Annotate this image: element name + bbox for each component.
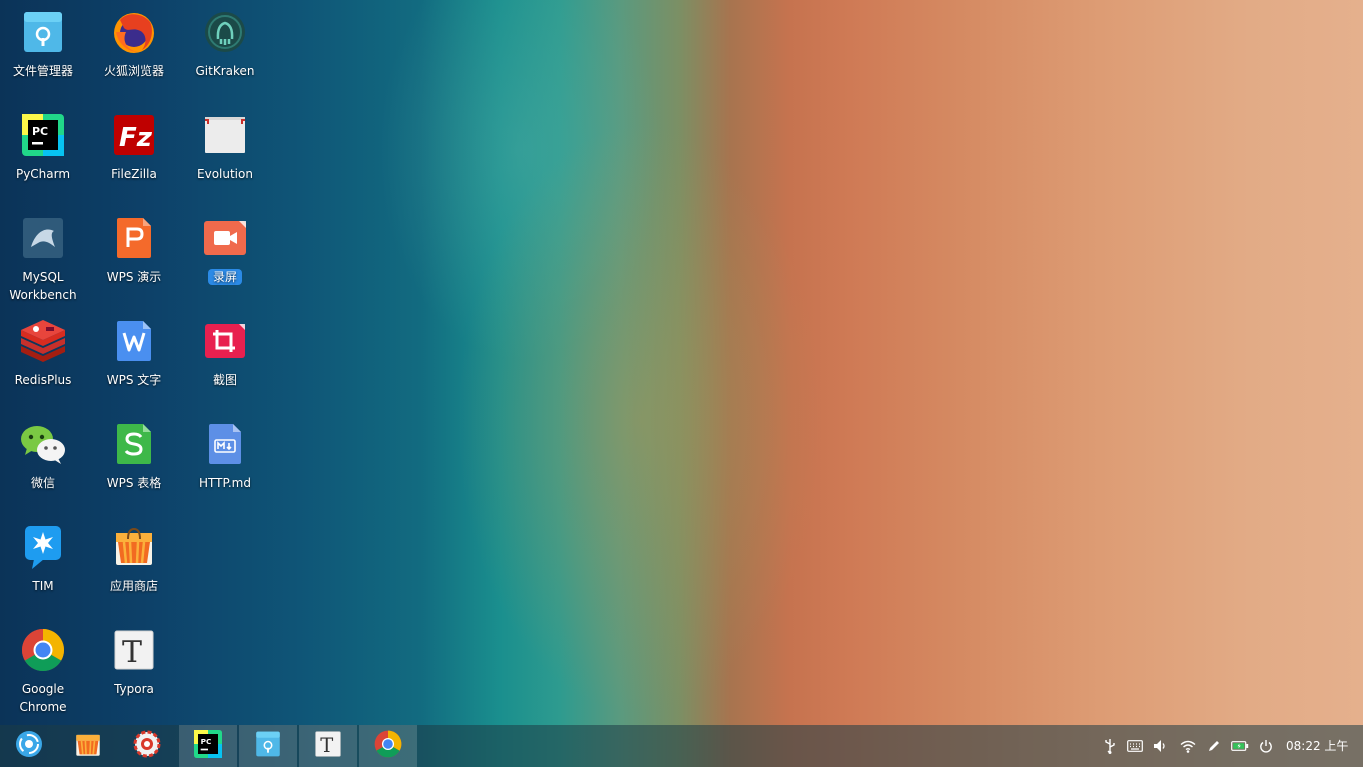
- desktop-icon-label: PyCharm: [15, 167, 71, 181]
- desktop-icon-google-chrome[interactable]: Google Chrome: [0, 618, 86, 718]
- desktop-icon-label: 文件管理器: [12, 64, 73, 78]
- taskbar-typora-button[interactable]: T: [299, 725, 357, 767]
- file-manager-icon: [255, 730, 281, 762]
- screenshot-icon: [201, 317, 249, 365]
- filezilla-icon: Fz: [110, 111, 158, 159]
- desktop-icon-label: GitKraken: [195, 64, 255, 78]
- desktop-icon-mysql-workbench[interactable]: MySQL Workbench: [0, 206, 86, 306]
- desktop-icon-firefox[interactable]: 火狐浏览器: [91, 0, 177, 100]
- svg-text:T: T: [122, 635, 142, 670]
- desktop-icon-screenshot[interactable]: 截图: [182, 309, 268, 409]
- wechat-icon: [19, 420, 67, 468]
- typora-icon: T: [110, 626, 158, 674]
- desktop-icon-label: WPS 文字: [106, 373, 162, 387]
- app-store-icon: [110, 523, 158, 571]
- settings-icon: [133, 730, 161, 762]
- desktop-icon-app-store[interactable]: 应用商店: [91, 515, 177, 615]
- pycharm-icon: PC: [194, 730, 222, 762]
- wps-writer-icon: [110, 317, 158, 365]
- desktop-icon-label: Typora: [114, 682, 154, 696]
- evolution-icon: [201, 111, 249, 159]
- taskbar-pycharm-button[interactable]: PC: [179, 725, 237, 767]
- desktop-icon-label: FileZilla: [111, 167, 157, 181]
- pycharm-icon: PC: [19, 111, 67, 159]
- typora-icon: T: [315, 731, 341, 761]
- desktop-icon-redisplus[interactable]: RedisPlus: [0, 309, 86, 409]
- svg-text:Fz: Fz: [119, 123, 153, 153]
- mysql-workbench-icon: [19, 214, 67, 262]
- tim-icon: [19, 523, 67, 571]
- svg-text:T: T: [320, 734, 333, 757]
- desktop-icon-tim[interactable]: TIM: [0, 515, 86, 615]
- desktop-icon-label: Google Chrome: [19, 682, 67, 714]
- redisplus-icon: [19, 317, 67, 365]
- svg-text:PC: PC: [201, 737, 212, 746]
- wps-spreadsheet-icon: [110, 420, 158, 468]
- desktop-icon-label: HTTP.md: [199, 476, 251, 490]
- desktop-icon-http-md[interactable]: HTTP.md: [182, 412, 268, 512]
- pen-icon[interactable]: [1205, 737, 1223, 755]
- desktop-icon-evolution[interactable]: Evolution: [182, 103, 268, 203]
- volume-icon[interactable]: [1152, 737, 1170, 755]
- screen-recorder-icon: [201, 214, 249, 262]
- desktop-icon-label: 应用商店: [109, 579, 158, 593]
- taskbar-app-store-button[interactable]: [59, 725, 117, 767]
- chrome-icon: [374, 730, 402, 762]
- desktop-icon-label: TIM: [32, 579, 54, 593]
- launcher-icon: [15, 730, 43, 762]
- taskbar-settings-button[interactable]: [118, 725, 176, 767]
- wps-presentation-icon: [110, 214, 158, 262]
- desktop-icon-wps-spreadsheet[interactable]: WPS 表格: [91, 412, 177, 512]
- desktop-icon-screen-recorder[interactable]: 录屏: [182, 206, 268, 306]
- desktop-icon-label: WPS 表格: [106, 476, 162, 490]
- chrome-icon: [19, 626, 67, 674]
- wifi-icon[interactable]: [1179, 737, 1197, 755]
- gitkraken-icon: [201, 8, 249, 56]
- usb-icon[interactable]: [1101, 737, 1119, 755]
- battery-icon[interactable]: [1231, 737, 1249, 755]
- desktop-icon-gitkraken[interactable]: GitKraken: [182, 0, 268, 100]
- taskbar-file-manager-button[interactable]: [239, 725, 297, 767]
- markdown-file-icon: [201, 420, 249, 468]
- desktop-icon-typora[interactable]: T Typora: [91, 618, 177, 718]
- taskbar-clock[interactable]: 08:22 上午: [1286, 738, 1348, 754]
- desktop-icon-label: 微信: [30, 476, 55, 490]
- desktop-icon-pycharm[interactable]: PC PyCharm: [0, 103, 86, 203]
- desktop-icon-label: MySQL Workbench: [9, 270, 77, 302]
- desktop-icon-label: 截图: [212, 373, 237, 387]
- desktop-icon-wechat[interactable]: 微信: [0, 412, 86, 512]
- desktop-icon-file-manager[interactable]: 文件管理器: [0, 0, 86, 100]
- app-store-icon: [75, 731, 101, 761]
- desktop-icon-label: 火狐浏览器: [103, 64, 164, 78]
- firefox-icon: [110, 8, 158, 56]
- keyboard-icon[interactable]: [1126, 737, 1144, 755]
- taskbar-launcher-button[interactable]: [0, 725, 58, 767]
- file-manager-icon: [19, 8, 67, 56]
- desktop-icon-label-selected: 录屏: [182, 268, 268, 286]
- power-icon[interactable]: [1257, 737, 1275, 755]
- desktop-icon-label: RedisPlus: [14, 373, 72, 387]
- desktop-icon-label: WPS 演示: [106, 270, 162, 284]
- svg-text:PC: PC: [32, 125, 48, 138]
- desktop-icon-wps-presentation[interactable]: WPS 演示: [91, 206, 177, 306]
- desktop-icon-wps-writer[interactable]: WPS 文字: [91, 309, 177, 409]
- desktop-icon-label: Evolution: [197, 167, 253, 181]
- desktop-icon-filezilla[interactable]: Fz FileZilla: [91, 103, 177, 203]
- taskbar-chrome-button[interactable]: [359, 725, 417, 767]
- taskbar: PC T 08:22 上午: [0, 725, 1363, 767]
